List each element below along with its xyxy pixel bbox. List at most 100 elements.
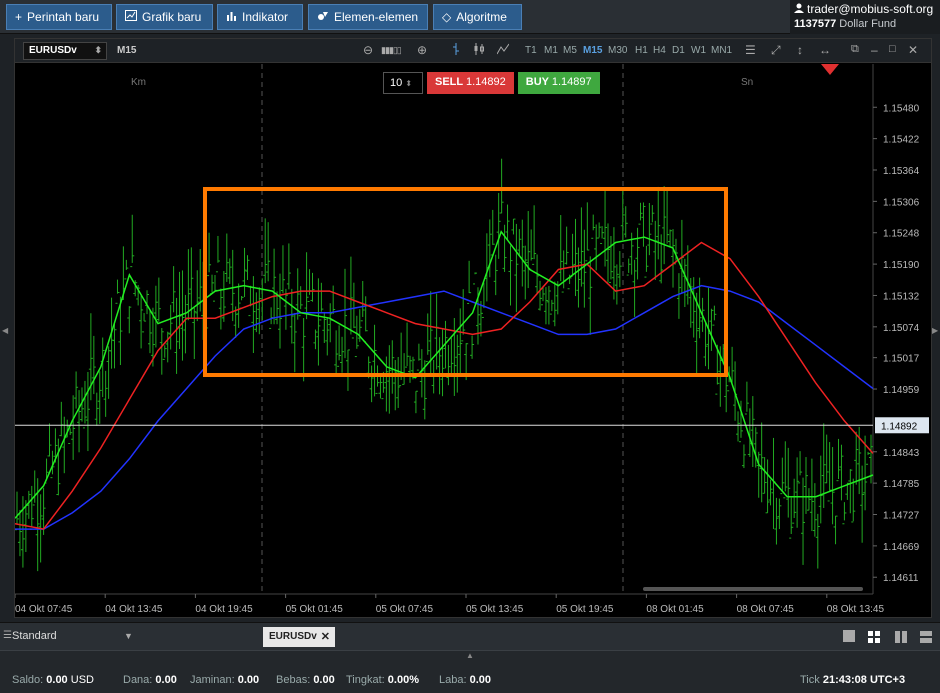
layout-single-icon[interactable] <box>843 630 855 642</box>
tf-m5[interactable]: M5 <box>563 45 577 56</box>
tf-h1[interactable]: H1 <box>635 45 648 56</box>
chevron-down-icon[interactable]: ▼ <box>124 631 133 641</box>
indicator-button[interactable]: Indikator <box>217 4 303 30</box>
buy-button[interactable]: BUY 1.14897 <box>517 72 600 94</box>
tab-close-icon[interactable]: ✕ <box>321 630 330 643</box>
bebas-label: Bebas: <box>276 674 311 686</box>
chart-background <box>15 64 931 617</box>
currency-value: USD <box>70 674 94 686</box>
expand-panel-icon[interactable]: ▲ <box>466 651 474 660</box>
tf-t1[interactable]: T1 <box>525 45 537 56</box>
fit-icon[interactable]: ⤢ <box>771 43 781 58</box>
tf-m30[interactable]: M30 <box>608 45 627 56</box>
zoom-slider[interactable]: ▮▮▮▯▯ <box>381 45 402 56</box>
current-price-label: 1.14892 <box>881 421 918 432</box>
detach-icon[interactable]: ⧉ <box>851 43 859 56</box>
new-order-button[interactable]: + Perintah baru <box>6 4 112 30</box>
zoom-in-icon[interactable]: ⊕ <box>417 43 427 57</box>
y-tick-label: 1.15422 <box>883 135 920 146</box>
diamond-icon: ◇ <box>442 10 452 24</box>
bar-chart-icon[interactable] <box>451 43 461 58</box>
dana-value: 0.00 <box>155 674 177 686</box>
lot-input[interactable]: 10 ⬍ <box>383 72 423 94</box>
layout-grid-icon[interactable] <box>868 630 880 643</box>
tick-label: Tick <box>800 674 820 686</box>
timezone-select[interactable]: UTC+3 <box>870 674 905 686</box>
day-label: Sn <box>741 77 753 88</box>
workspace-tabs: ☰ Standard ▼ EURUSDv ✕ <box>0 622 940 650</box>
tf-h4[interactable]: H4 <box>653 45 666 56</box>
chevron-updown-icon: ⬍ <box>94 45 102 55</box>
vertical-scale-icon[interactable]: ↕ <box>797 43 803 57</box>
tab-eurusdv[interactable]: EURUSDv ✕ <box>263 627 335 647</box>
horizontal-scrollbar <box>643 587 863 591</box>
line-chart-icon[interactable] <box>496 43 510 58</box>
x-tick-label: 04 Okt 07:45 <box>15 604 73 615</box>
close-icon[interactable]: ✕ <box>908 43 918 57</box>
jaminan-label: Jaminan: <box>190 674 235 686</box>
buy-price: 1.14897 <box>551 76 592 88</box>
chart-icon <box>125 10 137 24</box>
account-user: trader@mobius-soft.org <box>807 2 934 16</box>
y-tick-label: 1.15017 <box>883 354 920 365</box>
main-toolbar: + Perintah baru Grafik baru Indikator El… <box>0 0 940 34</box>
new-order-label: Perintah baru <box>27 10 100 24</box>
minimize-icon[interactable]: – <box>871 43 878 57</box>
account-info[interactable]: trader@mobius-soft.org 1137577 Dollar Fu… <box>790 0 940 34</box>
tf-m1[interactable]: M1 <box>544 45 558 56</box>
x-tick-label: 08 Okt 13:45 <box>827 604 885 615</box>
timeframe-label: M15 <box>117 45 137 56</box>
candle-chart-icon[interactable] <box>473 43 485 58</box>
elements-label: Elemen-elemen <box>334 10 419 24</box>
new-chart-button[interactable]: Grafik baru <box>116 4 213 30</box>
properties-icon[interactable]: ☰ <box>745 43 756 57</box>
laba-value: 0.00 <box>469 674 492 686</box>
x-tick-label: 04 Okt 19:45 <box>195 604 253 615</box>
elements-button[interactable]: Elemen-elemen <box>308 4 428 30</box>
sell-label: SELL <box>435 76 463 88</box>
sell-button[interactable]: SELL 1.14892 <box>427 72 514 94</box>
zoom-out-icon[interactable]: ⊖ <box>363 43 373 57</box>
y-tick-label: 1.14785 <box>883 479 920 490</box>
layout-columns-icon[interactable] <box>895 630 907 643</box>
user-icon <box>794 2 804 16</box>
tf-mn1[interactable]: MN1 <box>711 45 732 56</box>
tf-m15[interactable]: M15 <box>583 45 602 56</box>
dana-label: Dana: <box>123 674 153 686</box>
tingkat-label: Tingkat: <box>346 674 385 686</box>
sell-price: 1.14892 <box>465 76 506 88</box>
y-tick-label: 1.15132 <box>883 291 920 302</box>
chart-window: EURUSDv ⬍ M15 ⊖ ▮▮▮▯▯ ⊕ T1 M1 M5 M15 M30… <box>14 38 932 618</box>
chart-window-toolbar: EURUSDv ⬍ M15 ⊖ ▮▮▮▯▯ ⊕ T1 M1 M5 M15 M30… <box>15 39 931 63</box>
x-tick-label: 08 Okt 01:45 <box>646 604 704 615</box>
saldo-label: Saldo: <box>12 674 44 686</box>
clock-value: 21:43:08 <box>822 674 867 686</box>
tf-d1[interactable]: D1 <box>672 45 685 56</box>
y-tick-label: 1.14727 <box>883 511 920 522</box>
algorithm-button[interactable]: ◇ Algoritme <box>433 4 522 30</box>
x-tick-label: 08 Okt 07:45 <box>737 604 795 615</box>
one-click-trade: 10 ⬍ SELL 1.14892 BUY 1.14897 <box>383 72 600 94</box>
y-tick-label: 1.15306 <box>883 197 920 208</box>
tf-w1[interactable]: W1 <box>691 45 706 56</box>
saldo-value: 0.00 <box>46 674 68 686</box>
price-chart[interactable]: Km Sn 1.15480 1.15422 1.15364 1.15306 1.15248 1… <box>15 64 931 617</box>
jaminan-value: 0.00 <box>237 674 260 686</box>
day-label: Km <box>131 77 146 88</box>
menu-icon[interactable]: ☰ <box>3 630 12 641</box>
x-tick-label: 05 Okt 13:45 <box>466 604 524 615</box>
symbol-value: EURUSDv <box>29 45 77 56</box>
symbol-select[interactable]: EURUSDv ⬍ <box>23 42 107 60</box>
x-tick-label: 04 Okt 13:45 <box>105 604 163 615</box>
y-tick-label: 1.15364 <box>883 166 920 177</box>
account-fund: Dollar Fund <box>839 18 897 30</box>
tab-label: EURUSDv <box>269 631 317 642</box>
layout-rows-icon[interactable] <box>920 630 932 643</box>
right-panel-toggle-icon[interactable]: ▶ <box>932 326 938 335</box>
maximize-icon[interactable]: □ <box>889 43 896 55</box>
horizontal-scale-icon[interactable]: ↔ <box>819 43 831 57</box>
buy-label: BUY <box>525 76 549 88</box>
y-tick-label: 1.15190 <box>883 260 920 271</box>
left-panel-toggle-icon[interactable]: ◀ <box>2 326 8 335</box>
workspace-select[interactable]: Standard <box>12 630 57 642</box>
